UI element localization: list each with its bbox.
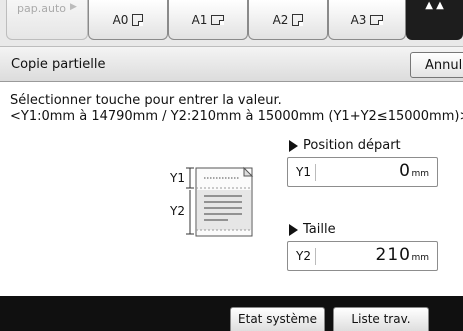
- paper-tray-bar: pap.auto ▶ A0 A1 A2 A3 ▲ ▲: [0, 0, 463, 46]
- paper-a3-tab[interactable]: A3: [328, 0, 406, 40]
- paper-a0-tab[interactable]: A0: [88, 0, 168, 40]
- size-y2-unit: mm: [411, 253, 429, 263]
- paper-a2-label: A2: [272, 12, 289, 27]
- position-label: Position départ: [289, 138, 401, 153]
- position-y1-field[interactable]: Y1 0 mm: [287, 157, 438, 187]
- partial-copy-diagram: Y1 Y2: [168, 166, 260, 240]
- position-y1-unit: mm: [411, 169, 429, 179]
- paper-portrait-icon: [292, 13, 304, 26]
- size-y2-field[interactable]: Y2 210 mm: [287, 241, 438, 271]
- position-y1-value: 0: [399, 161, 411, 181]
- dialog-title: Copie partielle: [11, 57, 106, 72]
- play-triangle-icon: ▶: [70, 2, 77, 12]
- instruction-line-1: Sélectionner touche pour entrer la valeu…: [10, 93, 282, 108]
- paper-a0-label: A0: [112, 12, 129, 27]
- paper-auto-label: pap.auto: [17, 2, 67, 15]
- paper-a1-label: A1: [191, 12, 208, 27]
- instruction-range-line: <Y1:0mm à 14790mm / Y2:210mm à 15000mm (…: [10, 109, 463, 124]
- status-bar: Etat système Liste trav.: [0, 296, 463, 331]
- size-y2-key: Y2: [296, 249, 311, 263]
- size-label: Taille: [289, 222, 336, 237]
- paper-a1-tab[interactable]: A1: [168, 0, 248, 40]
- cancel-button[interactable]: Annuler: [410, 52, 463, 78]
- paper-auto-tab[interactable]: pap.auto ▶: [6, 0, 88, 40]
- job-list-button[interactable]: Liste trav.: [333, 307, 429, 331]
- size-label-text: Taille: [303, 222, 336, 237]
- field-separator: [315, 164, 316, 181]
- field-separator: [315, 248, 316, 265]
- position-label-text: Position départ: [303, 138, 401, 153]
- paper-landscape-icon: [370, 14, 384, 25]
- paper-landscape-icon: [211, 14, 225, 25]
- instruction-text: Sélectionner touche pour entrer la valeu…: [10, 93, 463, 125]
- diagram-y1-label: Y1: [170, 171, 185, 185]
- pointer-triangle-icon: [289, 139, 298, 152]
- paper-more-tab[interactable]: ▲ ▲: [406, 0, 463, 40]
- size-y2-value: 210: [375, 245, 411, 265]
- more-arrows-icon: ▲ ▲: [425, 0, 444, 11]
- diagram-y2-label: Y2: [170, 204, 185, 218]
- dialog-title-bar: Copie partielle Annuler: [0, 46, 463, 82]
- paper-a2-tab[interactable]: A2: [248, 0, 328, 40]
- pointer-triangle-icon: [289, 223, 298, 236]
- system-status-button[interactable]: Etat système: [230, 307, 325, 331]
- paper-portrait-icon: [132, 13, 144, 26]
- position-y1-key: Y1: [296, 165, 311, 179]
- paper-a3-label: A3: [350, 12, 367, 27]
